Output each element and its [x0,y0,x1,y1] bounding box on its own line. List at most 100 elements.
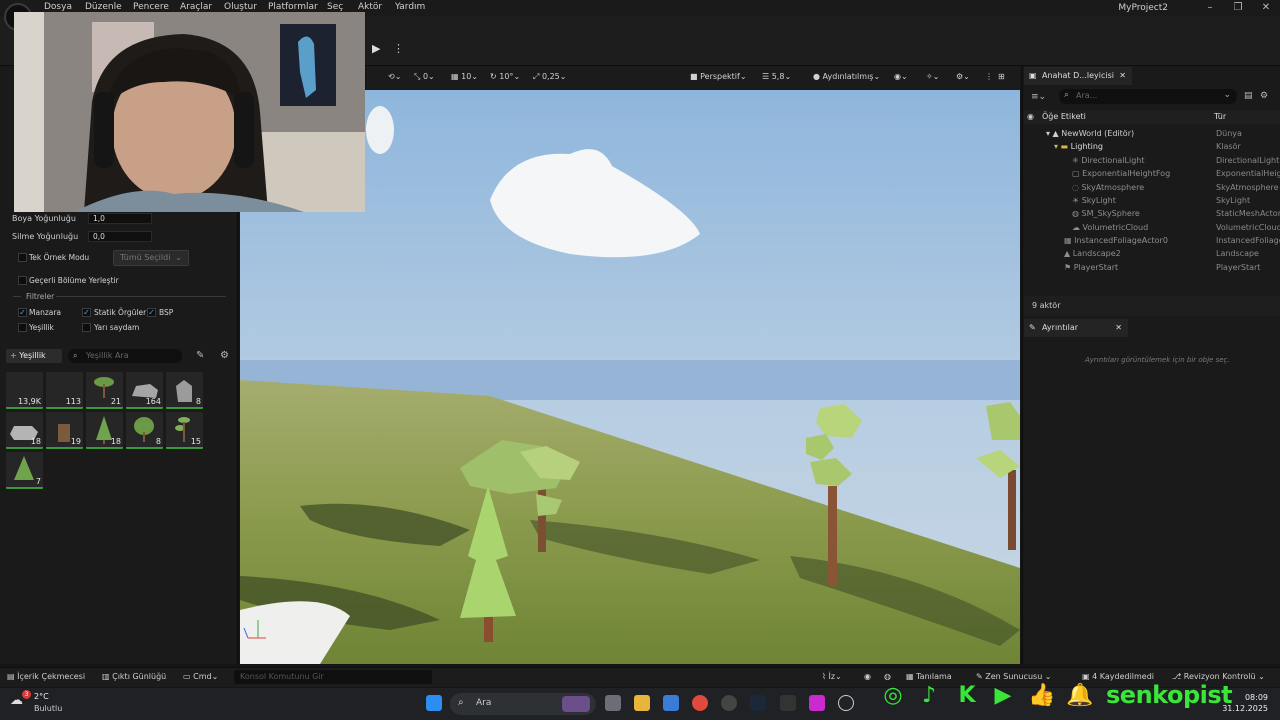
outliner-row[interactable]: ☁ VolumetricCloud VolumetricCloud [1024,221,1280,234]
close-tab-icon[interactable]: ✕ [1119,67,1126,85]
close-tab-icon[interactable]: ✕ [1115,319,1122,337]
windows-start-icon[interactable] [426,695,442,711]
menu-file[interactable]: Dosya [44,2,72,12]
outliner-row[interactable]: ◍ SM_SkySphere StaticMeshActor [1024,207,1280,220]
cloud-icon[interactable]: ☁ [10,693,23,708]
epic-games-icon[interactable] [780,695,796,711]
app-icon[interactable] [809,695,825,711]
menu-actor[interactable]: Aktör [358,2,382,12]
task-view-icon[interactable] [605,695,621,711]
outliner-row[interactable]: ▦ InstancedFoliageActor0 InstancedFoliage [1024,234,1280,247]
filter-icon[interactable]: ≡⌄ [1031,92,1046,102]
menu-window[interactable]: Pencere [133,2,169,12]
outliner-row[interactable]: ☀ SkyLight SkyLight [1024,194,1280,207]
grid-snap-toggle[interactable]: ▦ 10⌄ [451,72,478,81]
menu-build[interactable]: Oluştur [224,2,257,12]
outliner-search-input[interactable]: ⌕ Ara... ⌄ [1059,89,1237,104]
filter-translucent-label: Yarı saydam [94,323,140,332]
foliage-tile[interactable]: 164 [126,372,163,409]
filter-static-mesh-checkbox[interactable]: ✓ [82,308,91,317]
play-options-icon[interactable]: ⋮ [393,42,404,55]
effects-icon[interactable]: ✧⌄ [926,72,939,81]
angle-snap-toggle[interactable]: ⤡ 0⌄ [414,72,435,82]
foliage-tile[interactable]: 113 [46,372,83,409]
row-name-text: Lighting [1070,142,1104,151]
obs-icon[interactable] [721,695,737,711]
erase-density-input[interactable]: 0,0 [88,231,152,242]
outliner-row[interactable]: ▾ ▬ Lighting Klasör [1024,140,1280,153]
taskbar-search[interactable]: ⌕ Ara [450,693,596,715]
menu-help[interactable]: Yardım [395,2,425,12]
revision-control-dropdown[interactable]: ⎇ Revizyon Kontrolü ⌄ [1172,672,1265,681]
camera-speed-dropdown[interactable]: ☰ 5,8⌄ [762,72,791,81]
cmd-dropdown[interactable]: ▭ Cmd⌄ [183,672,218,681]
store-icon[interactable] [663,695,679,711]
viewport-layout-icon[interactable]: ⊞ [998,72,1005,81]
foliage-tile[interactable]: 15 [166,412,203,449]
add-foliage-button[interactable]: + Yeşillik [6,349,62,363]
clock-date[interactable]: 31.12.2025 [1220,704,1268,713]
col-item-label[interactable]: Öğe Etiketi [1042,112,1086,121]
record-icon[interactable]: ◉ [864,672,871,681]
menu-edit[interactable]: Düzenle [85,2,122,12]
menu-platforms[interactable]: Platformlar [268,2,318,12]
foliage-tile[interactable]: 18 [6,412,43,449]
file-explorer-icon[interactable] [634,695,650,711]
steam-icon[interactable] [750,695,766,711]
place-current-level-checkbox[interactable] [18,276,27,285]
viewport-settings-icon[interactable]: ⚙⌄ [956,72,970,81]
content-drawer-button[interactable]: ▤ İçerik Çekmecesi [7,672,85,681]
outliner-row[interactable]: ✳ DirectionalLight DirectionalLight [1024,154,1280,167]
menu-tools[interactable]: Araçlar [180,2,212,12]
show-options-icon[interactable]: ◉⌄ [894,72,908,81]
single-instance-checkbox[interactable] [18,253,27,262]
outliner-row[interactable]: ◌ SkyAtmosphere SkyAtmosphere [1024,181,1280,194]
settings-icon[interactable]: ⚙ [1260,91,1268,101]
chrome-icon[interactable] [692,695,708,711]
single-instance-dropdown[interactable]: Tümü Seçildi ⌄ [113,250,189,266]
foliage-tile[interactable]: 8 [126,412,163,449]
filter-landscape-checkbox[interactable]: ✓ [18,308,27,317]
foliage-tile[interactable]: 21 [86,372,123,409]
col-type[interactable]: Tür [1214,112,1226,121]
settings-icon[interactable]: ⚙ [220,350,229,361]
outliner-row[interactable]: ▢ ExponentialHeightFog ExponentialHeig [1024,167,1280,180]
foliage-tile[interactable]: 7 [6,452,43,489]
foliage-tile[interactable]: 19 [46,412,83,449]
maximize-icon[interactable]: ❐ [1224,0,1252,16]
lighting-mode-dropdown[interactable]: ● Aydınlatılmış⌄ [813,72,880,81]
foliage-tile[interactable]: 8 [166,372,203,409]
foliage-tile[interactable]: 13,9K [6,372,43,409]
minimize-icon[interactable]: – [1196,0,1224,16]
zen-server-dropdown[interactable]: ✎ Zen Sunucusu ⌄ [976,672,1052,681]
details-tab[interactable]: ✎ Ayrıntılar ✕ [1024,319,1128,337]
paint-brush-icon[interactable]: ✎ [196,350,204,361]
console-input[interactable]: Konsol Komutunu Gir [234,670,432,684]
foliage-tile[interactable]: 18 [86,412,123,449]
filter-foliage-checkbox[interactable] [18,323,27,332]
viewport-more-icon[interactable]: ⋮ [985,72,993,81]
paint-density-input[interactable]: 1,0 [88,213,152,224]
output-log-button[interactable]: ▥ Çıktı Günlüğü [102,672,166,681]
scale-snap-toggle[interactable]: ⤢ 0,25⌄ [533,72,566,82]
outliner-row[interactable]: ⚑ PlayerStart PlayerStart [1024,261,1280,274]
foliage-search-input[interactable]: ⌕ Yeşillik Ara [68,349,182,363]
menu-select[interactable]: Seç [327,2,343,12]
transform-icon[interactable]: ⟲⌄ [388,72,401,81]
unsaved-button[interactable]: ▣ 4 Kaydedilmedi [1082,672,1154,681]
view-mode-dropdown[interactable]: ■ Perspektif⌄ [690,72,747,81]
trace-dropdown[interactable]: ⌇ İz⌄ [822,672,842,681]
unreal-engine-icon[interactable] [838,695,854,711]
close-icon[interactable]: ✕ [1252,0,1280,16]
outliner-tab[interactable]: ▣ Anahat D...leyicisi ✕ [1024,67,1132,85]
rotation-snap-toggle[interactable]: ↻ 10°⌄ [490,72,520,81]
outliner-row[interactable]: ▲ Landscape2 Landscape [1024,247,1280,260]
filter-bsp-checkbox[interactable]: ✓ [147,308,156,317]
diagnostics-button[interactable]: ▦ Tanılama [906,672,952,681]
folder-add-icon[interactable]: ▤ [1244,91,1253,101]
broadcast-icon[interactable]: ◍ [884,672,891,681]
clock-time[interactable]: 08:09 [1228,693,1268,702]
filter-translucent-checkbox[interactable] [82,323,91,332]
outliner-row[interactable]: ▾ ▲ NewWorld (Editör) Dünya [1024,127,1280,140]
play-icon[interactable]: ▶ [372,42,386,56]
